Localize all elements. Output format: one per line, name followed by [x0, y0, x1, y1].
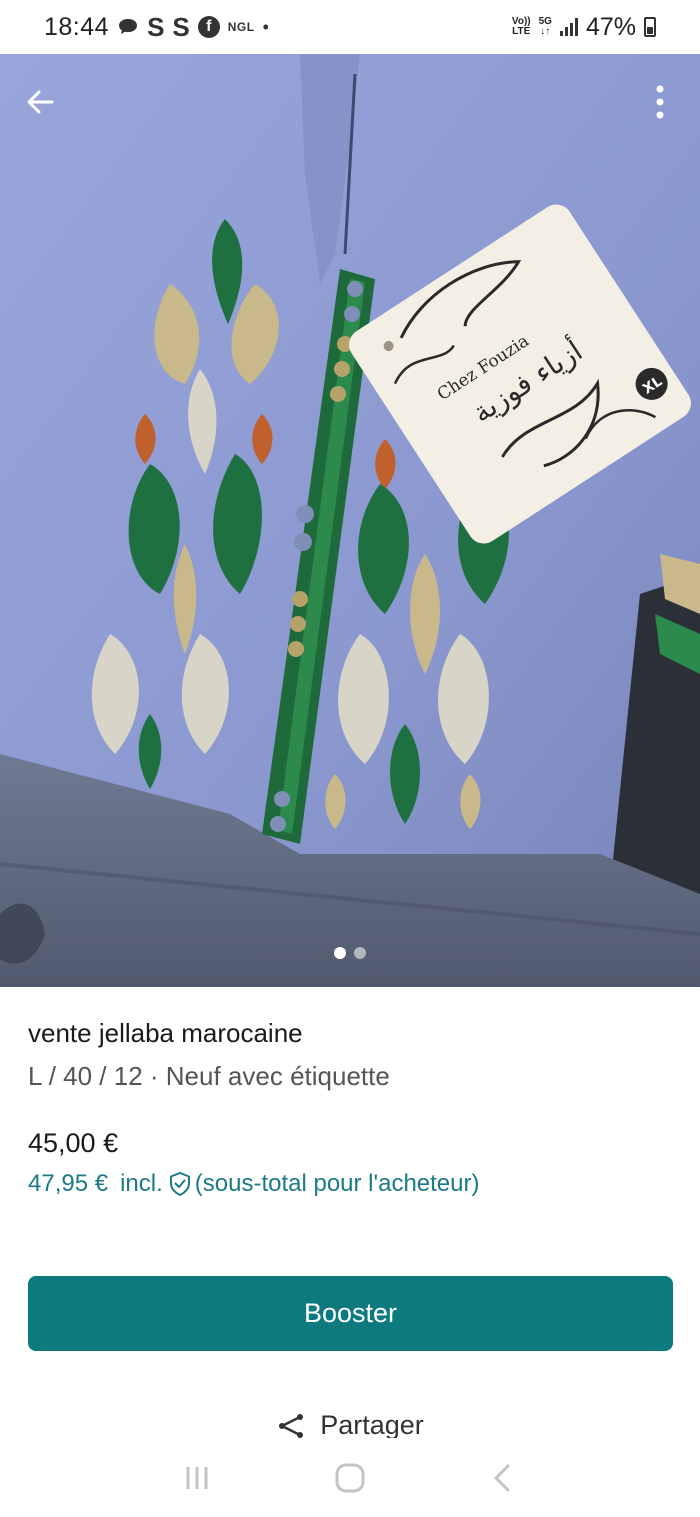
home-icon: [335, 1463, 365, 1492]
product-photo: Chez Fouzia أزياء فوزية XL: [0, 54, 700, 987]
ngl-icon: NGL: [227, 20, 255, 34]
arrow-left-icon: [27, 90, 54, 114]
share-button[interactable]: Partager: [0, 1404, 700, 1438]
recent-apps-icon: [186, 1466, 208, 1489]
home-button[interactable]: [320, 1448, 380, 1508]
shield-check-icon: [167, 1171, 193, 1197]
buyer-price: 47,95 €: [28, 1170, 109, 1197]
more-options-button[interactable]: [638, 80, 682, 124]
facebook-icon: f: [197, 16, 220, 38]
recent-apps-button[interactable]: [167, 1448, 227, 1508]
pagination-dot[interactable]: [354, 947, 366, 959]
status-time: 18:44: [44, 12, 110, 41]
buyer-note: (sous-total pour l'acheteur): [194, 1170, 480, 1197]
more-vertical-icon: [656, 85, 664, 119]
system-navigation-bar: [0, 1438, 700, 1517]
gallery-pagination: [0, 947, 700, 959]
volte-icon: Vo)) LTE: [512, 17, 531, 37]
signal-icon: [559, 18, 578, 36]
status-bar: 18:44 S S f NGL • Vo)) LTE 5G ↓↑ 47%: [0, 0, 700, 54]
chevron-left-icon: [494, 1464, 510, 1491]
buyer-price-row[interactable]: 47,95 € incl. (sous-total pour l'acheteu…: [28, 1170, 479, 1198]
s-app-icon: S: [147, 11, 165, 42]
battery-percent: 47%: [585, 12, 636, 41]
status-left: 18:44 S S f NGL •: [44, 12, 269, 43]
status-right: Vo)) LTE 5G ↓↑ 47%: [512, 13, 656, 42]
pagination-dot-active[interactable]: [334, 947, 346, 959]
product-image-gallery[interactable]: Chez Fouzia أزياء فوزية XL: [0, 54, 700, 987]
volte-bottom: LTE: [512, 26, 531, 37]
incl-label: incl.: [120, 1170, 163, 1197]
system-back-button[interactable]: [473, 1448, 533, 1508]
battery-icon: [644, 17, 656, 37]
booster-button[interactable]: Booster: [28, 1276, 673, 1351]
net-bottom: ↓↑: [540, 26, 551, 37]
listing-title: vente jellaba marocaine: [28, 1018, 303, 1048]
share-label: Partager: [320, 1410, 424, 1438]
notification-dot-icon: •: [262, 16, 269, 37]
listing-details: L / 40 / 12 · Neuf avec étiquette: [28, 1061, 390, 1091]
listing-price: 45,00 €: [28, 1128, 119, 1158]
share-icon: [279, 1413, 304, 1438]
listing-info: vente jellaba marocaine L / 40 / 12 · Ne…: [28, 1018, 672, 1197]
back-button[interactable]: [18, 80, 62, 124]
share-inner: Partager: [276, 1410, 424, 1438]
network-5g-icon: 5G ↓↑: [539, 17, 552, 37]
chat-icon: [117, 17, 139, 37]
s-app-icon: S: [172, 11, 190, 42]
